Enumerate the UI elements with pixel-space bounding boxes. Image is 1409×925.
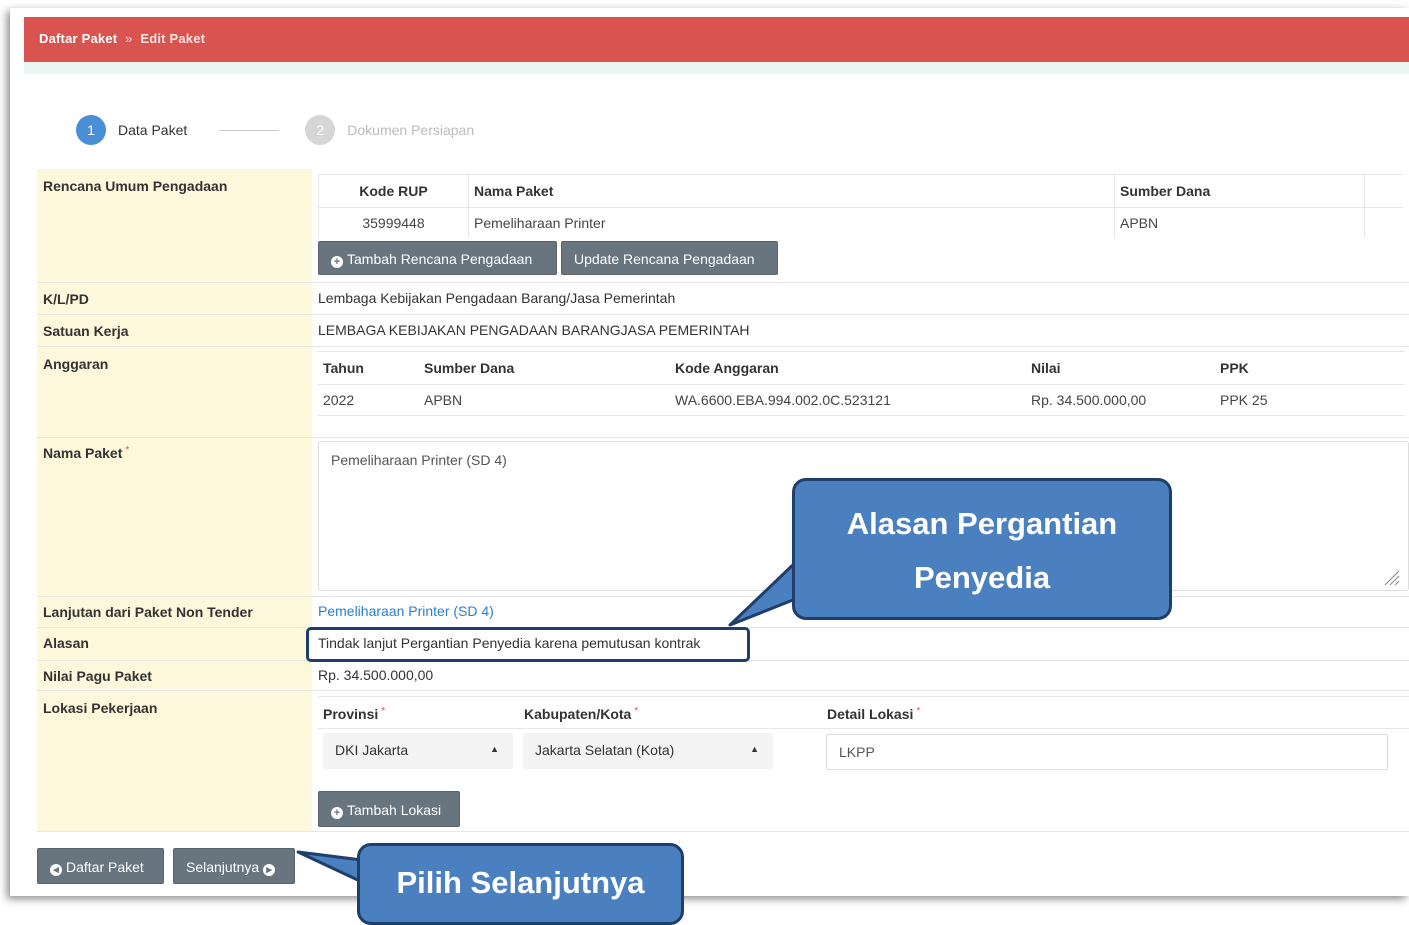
anggaran-cell-nilai: Rp. 34.500.000,00 [1031,392,1147,408]
breadcrumb-daftar-paket[interactable]: Daftar Paket [39,31,117,46]
required-marker: * [125,445,130,456]
satker-value: LEMBAGA KEBIJAKAN PENGADAAN BARANGJASA P… [318,322,750,338]
row-klpd: K/L/PD Lembaga Kebijakan Pengadaan Baran… [37,283,1409,315]
kota-select[interactable]: Jakarta Selatan (Kota) ▲ [523,733,773,769]
lokasi-col-provinsi-text: Provinsi [323,706,379,722]
anggaran-table: Tahun Sumber Dana Kode Anggaran Nilai PP… [318,351,1405,416]
row-lanjutan: Lanjutan dari Paket Non Tender Pemelihar… [37,597,1409,628]
add-lokasi-label: Tambah Lokasi [347,802,442,818]
rup-col-kode: Kode RUP [318,174,469,208]
anggaran-col-nilai: Nilai [1026,351,1215,385]
add-lokasi-button[interactable]: + Tambah Lokasi [318,791,460,827]
alasan-label: Alasan [37,628,312,660]
klpd-label: K/L/PD [37,283,312,314]
alasan-highlight-box [306,627,750,662]
table-row: 35999448 Pemeliharaan Printer APBN [318,207,1404,239]
anggaran-label: Anggaran [37,347,312,437]
next-callout: Pilih Selanjutnya [357,843,684,925]
lokasi-header-row: Provinsi * Kabupaten/Kota * Detail Lokasi * [318,696,1409,729]
anggaran-cell-sumber: APBN [424,392,463,408]
arrow-left-circle-icon: ◂ [50,864,62,876]
breadcrumb: Daftar Paket » Edit Paket [24,17,1409,62]
wizard-stepper: 1 Data Paket 2 Dokumen Persiapan [76,115,474,145]
selanjutnya-label: Selanjutnya [186,859,260,875]
step-1-indicator: 1 [76,115,106,145]
lokasi-col-kota-text: Kabupaten/Kota [524,706,632,722]
lanjutan-label: Lanjutan dari Paket Non Tender [37,597,312,627]
update-rencana-pengadaan-label: Update Rencana Pengadaan [574,251,755,267]
header-underline [24,62,1409,74]
pagu-value: Rp. 34.500.000,00 [318,667,434,683]
table-row: 2022 APBN WA.6600.EBA.994.002.0C.523121 … [318,385,1405,416]
plus-circle-icon: + [331,807,343,819]
daftar-paket-button[interactable]: ◂ Daftar Paket [37,848,164,884]
provinsi-select-value: DKI Jakarta [335,742,409,758]
lokasi-col-detail-text: Detail Lokasi [827,706,914,722]
detail-lokasi-value: LKPP [839,744,875,760]
nama-paket-label: Nama Paket * [37,438,312,596]
rup-label: Rencana Umum Pengadaan [37,169,312,282]
required-marker: * [634,706,639,717]
rup-col-empty [1364,174,1403,208]
anggaran-col-sumber: Sumber Dana [419,351,670,385]
rup-header-row: Kode RUP Nama Paket Sumber Dana [318,174,1403,208]
row-satker: Satuan Kerja LEMBAGA KEBIJAKAN PENGADAAN… [37,315,1409,347]
anggaran-cell-kode: WA.6600.EBA.994.002.0C.523121 [675,392,891,408]
add-rencana-pengadaan-label: Tambah Rencana Pengadaan [347,251,533,267]
lokasi-col-detail: Detail Lokasi * [827,706,920,722]
pagu-label: Nilai Pagu Paket [37,661,312,690]
required-marker: * [916,706,921,717]
anggaran-cell-tahun: 2022 [323,392,355,408]
selanjutnya-button[interactable]: Selanjutnya ▸ [173,848,295,884]
daftar-paket-label: Daftar Paket [66,859,144,875]
row-anggaran: Anggaran Tahun Sumber Dana Kode Anggaran… [37,347,1409,438]
satker-label: Satuan Kerja [37,315,312,346]
plus-circle-icon: + [331,256,343,268]
rup-cell-kode: 35999448 [318,207,469,238]
rup-cell-nama: Pemeliharaan Printer [468,207,1115,238]
caret-up-icon: ▲ [490,744,499,754]
alasan-callout-line1: Alasan Pergantian [846,506,1118,541]
anggaran-col-tahun: Tahun [318,351,419,385]
step-2-indicator: 2 [305,115,336,145]
nama-paket-text: Pemeliharaan Printer (SD 4) [331,452,507,468]
detail-lokasi-input[interactable]: LKPP [826,734,1388,770]
anggaran-col-ppk: PPK [1215,351,1405,385]
rup-col-sumber: Sumber Dana [1114,174,1365,208]
rup-table: Kode RUP Nama Paket Sumber Dana 35999448… [318,174,1403,238]
lokasi-col-provinsi: Provinsi * [323,706,385,722]
row-pagu: Nilai Pagu Paket Rp. 34.500.000,00 [37,661,1409,691]
screenshot-frame: Daftar Paket » Edit Paket 1 Data Paket 2… [0,0,1409,925]
step-2-label[interactable]: Dokumen Persiapan [347,122,474,138]
breadcrumb-edit-paket: Edit Paket [140,31,206,46]
update-rencana-pengadaan-button[interactable]: Update Rencana Pengadaan [561,241,778,275]
caret-up-icon: ▲ [750,744,759,754]
step-1-label[interactable]: Data Paket [118,122,187,138]
arrow-right-circle-icon: ▸ [263,864,276,876]
lokasi-col-kota: Kabupaten/Kota * [524,706,638,722]
anggaran-value: Tahun Sumber Dana Kode Anggaran Nilai PP… [312,347,1409,437]
required-marker: * [381,706,386,717]
nama-paket-label-text: Nama Paket [43,445,123,461]
step-connector [219,129,280,131]
kota-select-value: Jakarta Selatan (Kota) [535,742,675,758]
alasan-callout: Alasan Pergantian Penyedia [792,478,1172,620]
breadcrumb-separator: » [125,31,133,46]
rup-col-nama: Nama Paket [468,174,1115,208]
anggaran-cell-ppk: PPK 25 [1220,392,1268,408]
add-rencana-pengadaan-button[interactable]: + Tambah Rencana Pengadaan [318,241,557,275]
klpd-value: Lembaga Kebijakan Pengadaan Barang/Jasa … [318,290,676,306]
provinsi-select[interactable]: DKI Jakarta ▲ [323,733,513,769]
next-callout-text: Pilih Selanjutnya [396,865,645,900]
anggaran-header-row: Tahun Sumber Dana Kode Anggaran Nilai PP… [318,351,1405,385]
alasan-callout-line2: Penyedia [913,560,1051,595]
lokasi-label: Lokasi Pekerjaan [37,691,312,831]
anggaran-col-kode: Kode Anggaran [670,351,1026,385]
rup-cell-sumber: APBN [1114,207,1365,238]
resize-handle-icon[interactable] [1382,568,1400,586]
rup-cell-empty [1365,208,1404,239]
